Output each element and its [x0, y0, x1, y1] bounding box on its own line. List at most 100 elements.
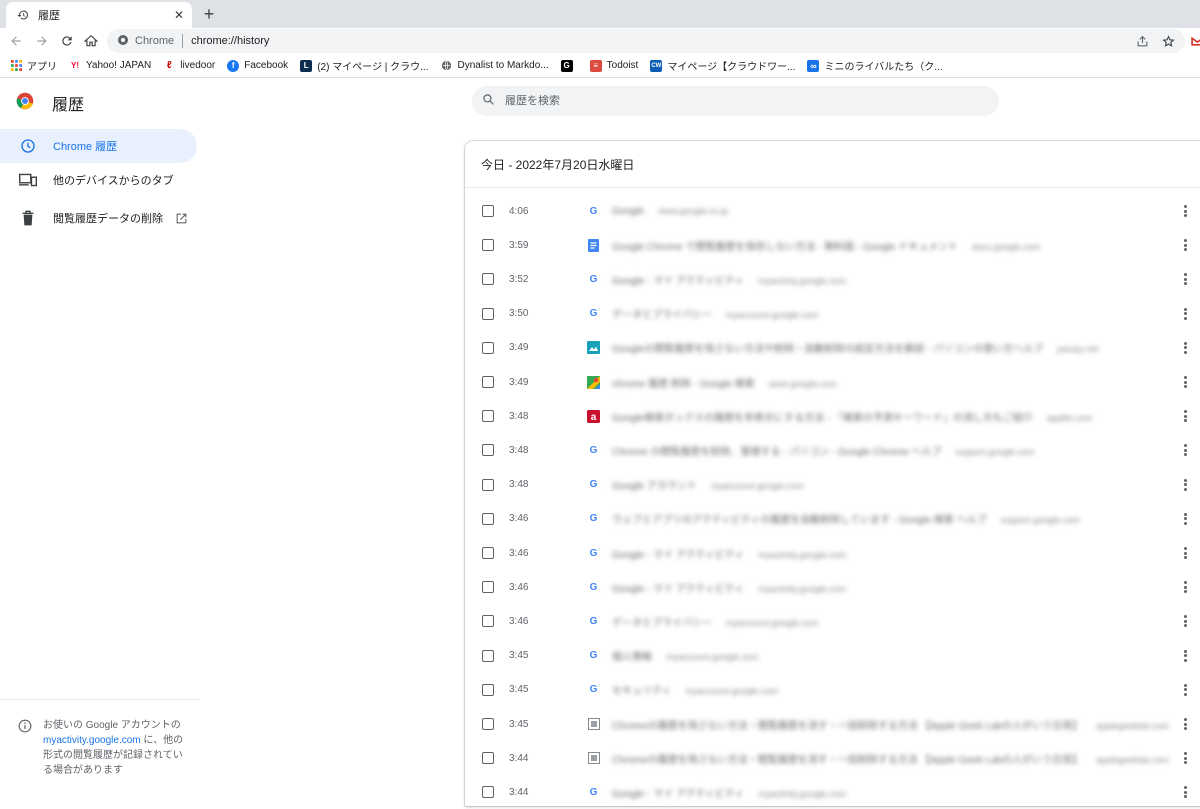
row-title[interactable]: ウェブとアプリのアクティビティの履歴を自動削除しています - Google 検索…	[612, 511, 1080, 526]
bookmark-item[interactable]: G	[560, 59, 578, 72]
more-vert-icon[interactable]	[1181, 443, 1189, 457]
bookmark-item[interactable]: Y! Yahoo! JAPAN	[69, 60, 151, 72]
row-checkbox[interactable]	[482, 307, 494, 320]
more-vert-icon[interactable]	[1181, 580, 1189, 594]
more-vert-icon[interactable]	[1181, 272, 1189, 286]
row-checkbox[interactable]	[482, 615, 494, 628]
more-vert-icon[interactable]	[1181, 546, 1189, 560]
row-checkbox[interactable]	[482, 376, 494, 388]
row-title[interactable]: セキュリティ myaccount.google.com	[612, 682, 778, 697]
row-title[interactable]: Chrome の閲覧履歴を削除、管理する - パソコン - Google Chr…	[612, 443, 1035, 458]
history-row[interactable]: 3:44 Chromeの履歴を残さない方法・閲覧履歴を消す・一括削除する方法 【A…	[465, 741, 1200, 775]
new-tab-button[interactable]: +	[199, 4, 219, 24]
row-checkbox[interactable]	[482, 718, 494, 730]
history-row[interactable]: 3:46 G Google - マイ アクティビティ myactivity.googl…	[465, 570, 1200, 604]
bookmark-star-icon[interactable]	[1160, 33, 1176, 49]
row-title[interactable]: Chromeの履歴を残さない方法・閲覧履歴を消す・一括削除する方法 【Apple…	[612, 751, 1169, 766]
history-row[interactable]: 3:49 chrome 履歴 削除 - Google 検索 www.google.c…	[465, 365, 1200, 399]
more-vert-icon[interactable]	[1181, 204, 1189, 218]
more-vert-icon[interactable]	[1181, 375, 1189, 389]
history-row[interactable]: 3:45 G 個人情報 myaccount.google.com	[465, 639, 1200, 673]
more-vert-icon[interactable]	[1181, 238, 1189, 252]
more-vert-icon[interactable]	[1181, 409, 1189, 423]
row-checkbox[interactable]	[482, 581, 494, 594]
row-title[interactable]: Google - マイ アクティビティ myactivity.google.com	[612, 785, 846, 800]
bookmark-item[interactable]: L (2) マイページ | クラウ...	[300, 58, 428, 73]
row-checkbox[interactable]	[482, 649, 494, 662]
row-title[interactable]: Google アカウント myaccount.google.com	[612, 477, 804, 492]
sidebar-item-other-devices[interactable]: 他のデバイスからのタブ	[0, 163, 197, 197]
row-checkbox[interactable]	[482, 205, 494, 217]
row-title[interactable]: データとプライバシー myaccount.google.com	[612, 306, 818, 321]
row-title[interactable]: Google - マイ アクティビティ myactivity.google.com	[612, 580, 846, 595]
row-title[interactable]: Chromeの履歴を残さない方法・閲覧履歴を消す・一括削除する方法 【Apple…	[612, 717, 1169, 732]
sidebar-item-clear-data[interactable]: 閲覧履歴データの削除	[0, 201, 197, 235]
history-search[interactable]	[472, 86, 999, 116]
bookmark-item[interactable]: CW マイページ【クラウドワー...	[650, 58, 795, 73]
row-checkbox[interactable]	[482, 683, 494, 696]
bookmark-item[interactable]: ≡ Todoist	[589, 59, 638, 72]
more-vert-icon[interactable]	[1181, 512, 1189, 526]
more-vert-icon[interactable]	[1181, 683, 1189, 697]
more-vert-icon[interactable]	[1181, 649, 1189, 663]
back-icon[interactable]	[6, 31, 26, 51]
history-row[interactable]: 3:46 G データとプライバシー myaccount.google.com	[465, 604, 1200, 638]
row-title[interactable]: Googleの閲覧履歴を残さない方法や削除・自動削除の設定方法を解説 - パソコ…	[612, 340, 1099, 355]
forward-icon[interactable]	[32, 31, 52, 51]
history-row[interactable]: 3:46 G ウェブとアプリのアクティビティの履歴を自動削除しています - Goog…	[465, 502, 1200, 536]
row-checkbox[interactable]	[482, 410, 494, 423]
row-title[interactable]: Google - マイ アクティビティ myactivity.google.com	[612, 272, 846, 287]
home-icon[interactable]	[81, 31, 101, 51]
history-row[interactable]: 3:45 Chromeの履歴を残さない方法・閲覧履歴を消す・一括削除する方法 【A…	[465, 707, 1200, 741]
history-row[interactable]: 3:44 G Google - マイ アクティビティ myactivity.googl…	[465, 775, 1200, 809]
row-title[interactable]: Google検索ボックスの履歴を非表示にする方法 - 「検索の予測キーワード」の…	[612, 409, 1092, 424]
row-title[interactable]: chrome 履歴 削除 - Google 検索 www.google.com	[612, 375, 837, 390]
history-row[interactable]: 3:48 G Chrome の閲覧履歴を削除、管理する - パソコン - Googl…	[465, 433, 1200, 467]
bookmark-item[interactable]: f Facebook	[227, 59, 288, 72]
row-checkbox[interactable]	[482, 547, 494, 559]
more-vert-icon[interactable]	[1181, 341, 1189, 355]
more-vert-icon[interactable]	[1181, 751, 1189, 765]
tab-history[interactable]: 履歴 ✕	[6, 2, 192, 28]
url-text[interactable]: chrome://history	[191, 35, 269, 47]
row-checkbox[interactable]	[482, 512, 494, 525]
history-row[interactable]: 3:52 G Google - マイ アクティビティ myactivity.googl…	[465, 262, 1200, 296]
history-row[interactable]: 3:49 Googleの閲覧履歴を残さない方法や削除・自動削除の設定方法を解説 -…	[465, 331, 1200, 365]
address-bar[interactable]: Chrome chrome://history	[107, 29, 1185, 53]
row-checkbox[interactable]	[482, 786, 494, 799]
row-checkbox[interactable]	[482, 273, 494, 286]
bookmark-item[interactable]: ℓ livedoor	[163, 60, 215, 72]
history-row[interactable]: 3:59 Google Chrome で閲覧履歴を保存しない方法 - 無料版 - …	[465, 228, 1200, 262]
row-checkbox[interactable]	[482, 239, 494, 252]
row-checkbox[interactable]	[482, 752, 494, 765]
history-row[interactable]: 3:48 G Google アカウント myaccount.google.com	[465, 468, 1200, 502]
row-title[interactable]: Google www.google.co.jp	[612, 206, 728, 217]
sidebar-item-chrome-history[interactable]: Chrome 履歴	[0, 129, 197, 163]
gmail-icon[interactable]	[1189, 33, 1200, 49]
share-icon[interactable]	[1134, 33, 1150, 49]
bookmark-item[interactable]: ∞ ミニのライバルたち（ク...	[807, 58, 943, 73]
more-vert-icon[interactable]	[1181, 614, 1189, 628]
more-vert-icon[interactable]	[1181, 478, 1189, 492]
more-vert-icon[interactable]	[1181, 717, 1189, 731]
row-title[interactable]: Google - マイ アクティビティ myactivity.google.com	[612, 546, 846, 561]
row-checkbox[interactable]	[482, 478, 494, 491]
history-row[interactable]: 4:06 G Google www.google.co.jp	[465, 194, 1200, 228]
search-input[interactable]	[505, 95, 965, 107]
reload-icon[interactable]	[57, 31, 77, 51]
more-vert-icon[interactable]	[1181, 307, 1189, 321]
history-row[interactable]: 3:48 a Google検索ボックスの履歴を非表示にする方法 - 「検索の予測キー…	[465, 399, 1200, 433]
row-checkbox[interactable]	[482, 341, 494, 354]
bookmark-item[interactable]: Dynalist to Markdo...	[440, 60, 549, 72]
myactivity-link[interactable]: myactivity.google.com	[43, 735, 141, 746]
row-title[interactable]: データとプライバシー myaccount.google.com	[612, 614, 818, 629]
row-checkbox[interactable]	[482, 444, 494, 457]
close-icon[interactable]: ✕	[172, 8, 186, 22]
history-row[interactable]: 3:45 G セキュリティ myaccount.google.com	[465, 673, 1200, 707]
bookmark-item[interactable]: アプリ	[10, 58, 57, 73]
history-row[interactable]: 3:50 G データとプライバシー myaccount.google.com	[465, 297, 1200, 331]
row-title[interactable]: Google Chrome で閲覧履歴を保存しない方法 - 無料版 - Goog…	[612, 238, 1040, 253]
more-vert-icon[interactable]	[1181, 785, 1189, 799]
row-title[interactable]: 個人情報 myaccount.google.com	[612, 648, 759, 663]
history-row[interactable]: 3:46 G Google - マイ アクティビティ myactivity.googl…	[465, 536, 1200, 570]
